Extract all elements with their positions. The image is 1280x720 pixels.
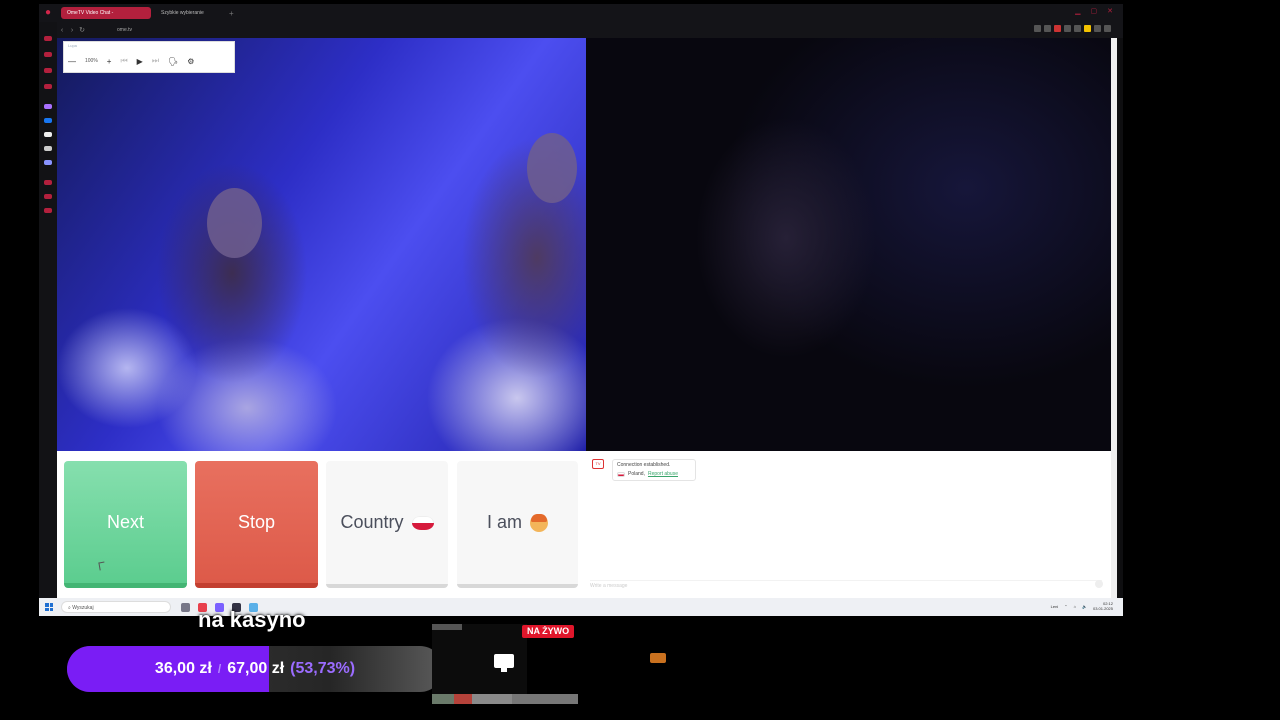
tiktok-icon[interactable] <box>44 132 52 137</box>
next-button[interactable]: Next <box>64 461 187 588</box>
extension-icons <box>1034 25 1111 32</box>
reload-icon[interactable]: ↻ <box>77 26 87 34</box>
volume-icon[interactable]: 🔈 <box>1082 604 1087 609</box>
taskbar-clock[interactable]: 02:12 03.01.2025 <box>1093 601 1113 611</box>
task-view-icon[interactable] <box>181 602 190 612</box>
messenger-icon[interactable] <box>44 118 52 123</box>
twitch-icon[interactable] <box>44 104 52 109</box>
poland-flag-icon <box>617 471 625 477</box>
live-badge: NA ŻYWO <box>522 625 575 638</box>
country-button[interactable]: Country <box>326 461 448 588</box>
browser-tabbar: ● OmeTV Video Chat - Szybkie wybieranie … <box>39 4 1123 22</box>
forward-icon[interactable]: › <box>67 27 77 34</box>
extension-icon[interactable] <box>1044 25 1051 32</box>
maximize-icon[interactable]: ▢ <box>1091 7 1098 15</box>
color-strip <box>432 694 578 704</box>
captured-screen: ● OmeTV Video Chat - Szybkie wybieranie … <box>39 4 1123 616</box>
url-field[interactable]: ome.tv <box>117 27 132 33</box>
magnifier-title: Lupa <box>68 43 77 48</box>
windows-start-icon[interactable] <box>45 603 53 611</box>
page-scrollbar[interactable] <box>1111 38 1117 602</box>
video-person <box>207 188 262 258</box>
sidebar-app-icon[interactable] <box>44 52 52 57</box>
goal-current: 36,00 zł <box>154 660 212 677</box>
country-button-label: Country <box>340 512 404 532</box>
new-tab-icon[interactable]: + <box>229 9 239 18</box>
taskbar-search-input[interactable]: ⌕ Wyszukaj <box>61 601 171 613</box>
magnifier-controls: — 100% + ⏮ ▶ ⏭ 🗣 ⚙ <box>68 56 194 66</box>
screen-share-icon <box>494 654 514 672</box>
goal-percent: (53,73%) <box>290 660 356 677</box>
tab-speed-dial[interactable]: Szybkie wybieranie <box>155 7 225 19</box>
chat-panel: TV Connection established. Poland, Repor… <box>586 451 1117 602</box>
system-message: Connection established. Poland, Report a… <box>612 459 696 481</box>
x-icon[interactable] <box>44 146 52 151</box>
gender-button[interactable]: I am <box>457 461 578 588</box>
opera-logo-icon[interactable]: ● <box>39 4 57 22</box>
skip-back-icon[interactable]: ⏮ <box>120 56 127 66</box>
chat-message-input[interactable]: Write a message <box>590 580 1102 590</box>
stop-button-label: Stop <box>237 511 276 532</box>
tray-chevron-icon[interactable]: ⌃ <box>1064 604 1067 609</box>
sidebar-app-icon[interactable] <box>44 36 52 41</box>
discord-icon[interactable] <box>44 160 52 165</box>
extension-icon[interactable] <box>1054 25 1061 32</box>
extension-icon[interactable] <box>1034 25 1041 32</box>
sidebar-app-icon[interactable] <box>44 208 52 213</box>
goal-target: 67,00 zł <box>227 660 285 677</box>
sidebar-app-icon[interactable] <box>44 84 52 89</box>
extension-icon[interactable] <box>1064 25 1071 32</box>
send-icon[interactable] <box>1095 580 1103 588</box>
connection-status: Connection established. <box>617 462 671 468</box>
address-bar: ‹ › ↻ ome.tv <box>57 22 1123 38</box>
goal-separator: / <box>217 662 222 676</box>
play-icon[interactable]: ▶ <box>137 57 143 66</box>
settings-gear-icon[interactable]: ⚙ <box>187 57 194 66</box>
report-abuse-link[interactable]: Report abuse <box>648 471 678 477</box>
sticker-icon <box>650 653 666 663</box>
poland-flag-icon <box>411 515 434 530</box>
boy-emoji-icon <box>530 513 548 532</box>
network-icon[interactable]: ⌂ <box>1074 604 1076 609</box>
clock-date: 03.01.2025 <box>1092 606 1113 611</box>
zoom-in-icon[interactable]: + <box>107 57 112 66</box>
read-aloud-icon[interactable]: 🗣 <box>168 57 178 66</box>
partner-country: Poland, <box>628 471 645 477</box>
gender-button-label: I am <box>486 512 522 532</box>
video-person <box>527 133 577 203</box>
sidebar-app-icon[interactable] <box>44 68 52 73</box>
donation-goal-bar: 36,00 zł / 67,00 zł (53,73%) <box>67 646 443 692</box>
stop-button[interactable]: Stop <box>195 461 318 588</box>
window-controls: ▁ ▢ ✕ <box>1075 7 1113 15</box>
browser-sidebar <box>39 22 57 602</box>
system-tray: Leni ⌃ ⌂ 🔈 02:12 03.01.2025 <box>1051 601 1113 611</box>
extension-icon[interactable] <box>1094 25 1101 32</box>
ometv-logo-icon: TV <box>592 459 604 469</box>
mouse-cursor-icon <box>98 561 106 571</box>
sidebar-app-icon[interactable] <box>44 194 52 199</box>
skip-forward-icon[interactable]: ⏭ <box>152 56 159 66</box>
stream-caption: na kasyno <box>198 607 306 632</box>
sidebar-app-icon[interactable] <box>44 180 52 185</box>
zoom-out-icon[interactable]: — <box>68 57 76 66</box>
extension-icon[interactable] <box>1084 25 1091 32</box>
donation-goal-text: 36,00 zł / 67,00 zł (53,73%) <box>67 646 443 692</box>
back-icon[interactable]: ‹ <box>57 27 67 34</box>
tab-ometv[interactable]: OmeTV Video Chat - <box>61 7 151 19</box>
next-button-label: Next <box>106 511 144 532</box>
partner-video <box>57 38 586 451</box>
close-icon[interactable]: ✕ <box>1107 7 1113 15</box>
extension-icon[interactable] <box>1074 25 1081 32</box>
own-camera-video <box>586 38 1117 451</box>
extension-icon[interactable] <box>1104 25 1111 32</box>
partner-country-line: Poland, Report abuse <box>617 471 691 477</box>
weather-text: Leni <box>1050 603 1059 609</box>
live-indicator-widget: NA ŻYWO <box>432 624 578 706</box>
zoom-level: 100% <box>85 58 98 64</box>
magnifier-toolbar: Lupa — 100% + ⏮ ▶ ⏭ 🗣 ⚙ <box>63 41 235 73</box>
ometv-page: Lupa — 100% + ⏮ ▶ ⏭ 🗣 ⚙ Next Stop Countr… <box>57 38 1117 602</box>
taskbar-search-placeholder: Wyszukaj <box>72 605 94 611</box>
minimize-icon[interactable]: ▁ <box>1075 7 1080 15</box>
